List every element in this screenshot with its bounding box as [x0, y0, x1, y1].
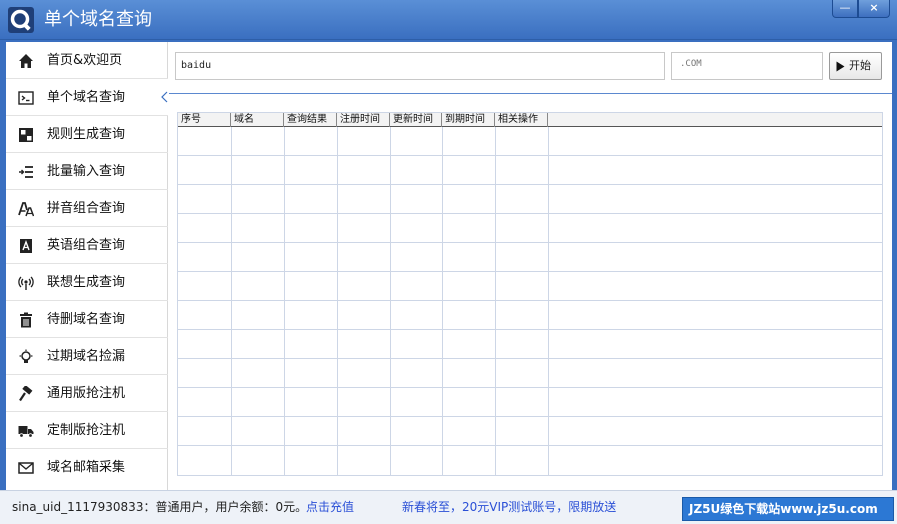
start-button-label: 开始 [849, 59, 871, 72]
column-divider [442, 127, 443, 475]
minimize-button[interactable]: — [832, 0, 858, 18]
content-area: 首页&欢迎页 单个域名查询 规则生成查询 批量输入查询 拼音组合查询 英语组合查… [6, 42, 892, 490]
column-header-actions[interactable]: 相关操作 [495, 113, 548, 127]
column-divider [231, 127, 232, 475]
envelope-icon [18, 462, 34, 474]
sidebar-item-expired-pick[interactable]: 过期域名捡漏 [6, 338, 168, 375]
close-button[interactable]: × [858, 0, 890, 18]
column-header-index[interactable]: 序号 [178, 113, 231, 127]
sidebar-item-associate-query[interactable]: 联想生成查询 [6, 264, 168, 301]
window-frame: 首页&欢迎页 单个域名查询 规则生成查询 批量输入查询 拼音组合查询 英语组合查… [0, 40, 897, 524]
sidebar-item-email-collect[interactable]: 域名邮箱采集 [6, 449, 168, 486]
user-status-text: sina_uid_1117930833：普通用户，用户余额：0元。 [12, 500, 308, 514]
sidebar-item-home[interactable]: 首页&欢迎页 [6, 42, 168, 79]
column-divider [548, 127, 549, 475]
domain-input[interactable]: baidu [175, 52, 665, 80]
sidebar-item-pinyin-query[interactable]: 拼音组合查询 [6, 190, 168, 227]
recharge-link[interactable]: 点击充值 [306, 499, 354, 515]
app-logo-icon [8, 7, 34, 33]
main-panel: baidu .COM 开始 序号 域名 查询结果 注册时间 更新时间 到期时间 [169, 42, 892, 490]
start-button[interactable]: 开始 [829, 52, 882, 80]
window-title: 单个域名查询 [44, 9, 152, 30]
sidebar-item-label: 拼音组合查询 [47, 201, 126, 216]
column-divider [337, 127, 338, 475]
title-bar: 单个域名查询 — × [0, 0, 897, 40]
sidebar-item-english-query[interactable]: 英语组合查询 [6, 227, 168, 264]
status-bar: sina_uid_1117930833：普通用户，用户余额：0元。 点击充值 新… [0, 490, 897, 524]
sidebar-item-label: 规则生成查询 [47, 127, 126, 142]
column-header-domain[interactable]: 域名 [231, 113, 284, 127]
sidebar-item-label: 过期域名捡漏 [47, 349, 126, 364]
sidebar-item-rule-query[interactable]: 规则生成查询 [6, 116, 168, 153]
sidebar-item-custom-snatcher[interactable]: 定制版抢注机 [6, 412, 168, 449]
chevron-left-icon [161, 91, 168, 103]
watermark: JZ5U绿色下载站www.jz5u.com [682, 497, 894, 521]
column-header-updated[interactable]: 更新时间 [390, 113, 442, 127]
list-input-icon [19, 166, 33, 178]
grid-icon [19, 128, 33, 142]
sidebar-item-label: 英语组合查询 [47, 238, 126, 253]
sidebar: 首页&欢迎页 单个域名查询 规则生成查询 批量输入查询 拼音组合查询 英语组合查… [6, 42, 168, 490]
minimize-icon: — [839, 1, 851, 14]
sidebar-item-pending-delete[interactable]: 待删域名查询 [6, 301, 168, 338]
watermark-text: JZ5U绿色下载站www.jz5u.com [689, 502, 878, 516]
sidebar-item-label: 单个域名查询 [47, 90, 126, 105]
column-header-registered[interactable]: 注册时间 [337, 113, 390, 127]
sidebar-item-label: 首页&欢迎页 [47, 53, 123, 68]
hammer-icon [19, 386, 33, 402]
sidebar-item-label: 通用版抢注机 [47, 386, 126, 401]
lightbulb-icon [19, 349, 33, 363]
column-header-result[interactable]: 查询结果 [284, 113, 337, 127]
column-divider [284, 127, 285, 475]
suffix-select[interactable]: .COM [671, 52, 823, 80]
play-icon [836, 61, 845, 72]
column-divider [495, 127, 496, 475]
truck-icon [18, 426, 34, 438]
sidebar-item-label: 联想生成查询 [47, 275, 126, 290]
table-header: 序号 域名 查询结果 注册时间 更新时间 到期时间 相关操作 [178, 113, 882, 127]
sidebar-item-general-snatcher[interactable]: 通用版抢注机 [6, 375, 168, 412]
sidebar-item-label: 批量输入查询 [47, 164, 126, 179]
terminal-icon [18, 91, 34, 105]
sidebar-item-label: 定制版抢注机 [47, 423, 126, 438]
result-table[interactable]: 序号 域名 查询结果 注册时间 更新时间 到期时间 相关操作 [177, 112, 883, 476]
sidebar-item-single-query[interactable]: 单个域名查询 [6, 79, 168, 116]
broadcast-icon [18, 276, 34, 290]
letter-a-icon [20, 239, 32, 253]
sidebar-item-batch-query[interactable]: 批量输入查询 [6, 153, 168, 190]
column-header-expires[interactable]: 到期时间 [442, 113, 495, 127]
trash-icon [20, 312, 32, 328]
promo-link[interactable]: 新春将至，20元VIP测试账号，限期放送 [402, 499, 626, 515]
query-toolbar: baidu .COM 开始 [169, 42, 892, 94]
home-icon [19, 54, 33, 68]
sidebar-item-label: 待删域名查询 [47, 312, 126, 327]
column-divider [390, 127, 391, 475]
font-icon [18, 202, 34, 217]
close-icon: × [869, 1, 879, 14]
sidebar-item-label: 域名邮箱采集 [47, 460, 126, 475]
